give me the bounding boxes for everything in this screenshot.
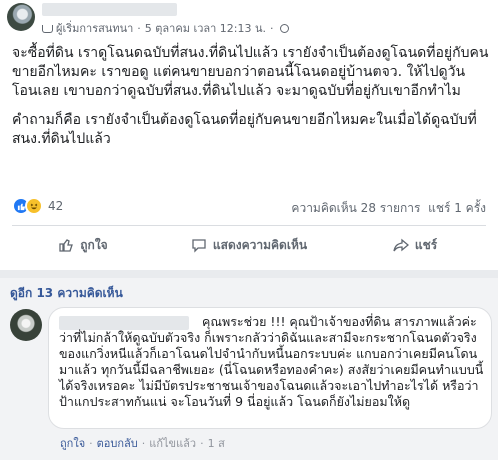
post-author-name-redacted[interactable] bbox=[42, 3, 177, 16]
author-badge: ผู้เริ่มการสนทนา bbox=[56, 22, 134, 35]
post-author-avatar[interactable] bbox=[7, 3, 35, 31]
reaction-count: 42 bbox=[48, 199, 64, 213]
comment-like-link[interactable]: ถูกใจ bbox=[60, 437, 85, 450]
globe-icon bbox=[279, 24, 289, 33]
comment-edited-label[interactable]: แก้ไขแล้ว bbox=[149, 437, 196, 450]
share-button[interactable]: แชร์ bbox=[332, 226, 498, 264]
comment-text: คุณพระช่วย !!! คุณป้าเจ้าของที่ดิน สารภา… bbox=[59, 314, 487, 410]
coffee-icon bbox=[42, 25, 53, 33]
reactions-summary[interactable]: 42 bbox=[12, 197, 63, 215]
post-paragraph-1: จะซื้อที่ดิน เราดูโฉนดฉบับที่สนง.ที่ดินไ… bbox=[12, 45, 489, 99]
comment-button[interactable]: แสดงความคิดเห็น bbox=[166, 226, 332, 264]
commenter-avatar[interactable] bbox=[10, 309, 42, 341]
comment-button-label: แสดงความคิดเห็น bbox=[212, 237, 308, 252]
like-button[interactable]: ถูกใจ bbox=[0, 226, 166, 264]
comment-bubble: คุณพระช่วย !!! คุณป้าเจ้าของที่ดิน สารภา… bbox=[48, 307, 492, 429]
engagement-counts: ความคิดเห็น 28 รายการ แชร์ 1 ครั้ง bbox=[291, 199, 486, 218]
comment-lead: คุณพระช่วย !!! คุณป้าเจ้าของที่ดิน bbox=[202, 314, 391, 329]
meta-separator-2: · bbox=[270, 22, 274, 35]
thumbs-up-icon bbox=[59, 239, 74, 252]
post-meta: ผู้เริ่มการสนทนา · 5 ตุลาคม เวลา 12:13 น. · bbox=[42, 19, 289, 37]
post-paragraph-2: คำถามก็คือ เรายังจำเป็นต้องดูโฉนดที่อยู่… bbox=[12, 112, 477, 147]
comment-icon bbox=[192, 239, 206, 253]
comments-section: ดูอีก 13 ความคิดเห็น คุณพระช่วย !!! คุณป… bbox=[0, 278, 498, 460]
post-card: ผู้เริ่มการสนทนา · 5 ตุลาคม เวลา 12:13 น. ·… bbox=[0, 0, 498, 270]
shares-count[interactable]: แชร์ 1 ครั้ง bbox=[428, 201, 486, 215]
view-more-comments-link[interactable]: ดูอีก 13 ความคิดเห็น bbox=[10, 284, 123, 303]
share-icon bbox=[393, 238, 409, 252]
like-button-label: ถูกใจ bbox=[80, 237, 108, 252]
post-timestamp[interactable]: 5 ตุลาคม เวลา 12:13 น. bbox=[145, 22, 266, 35]
haha-reaction-icon bbox=[25, 197, 43, 215]
comment-reply-link[interactable]: ตอบกลับ bbox=[97, 437, 138, 450]
post-body: จะซื้อที่ดิน เราดูโฉนดฉบับที่สนง.ที่ดินไ… bbox=[12, 44, 490, 159]
post-actions-bar: ถูกใจ แสดงความคิดเห็น แชร์ bbox=[0, 226, 498, 264]
comments-count[interactable]: ความคิดเห็น 28 รายการ bbox=[291, 201, 420, 215]
comment-time[interactable]: 1 ส bbox=[208, 437, 225, 450]
share-button-label: แชร์ bbox=[414, 237, 438, 252]
comment-actions: ถูกใจ · ตอบกลับ · แก้ไขแล้ว · 1 ส bbox=[60, 437, 225, 450]
meta-separator: · bbox=[137, 22, 141, 35]
